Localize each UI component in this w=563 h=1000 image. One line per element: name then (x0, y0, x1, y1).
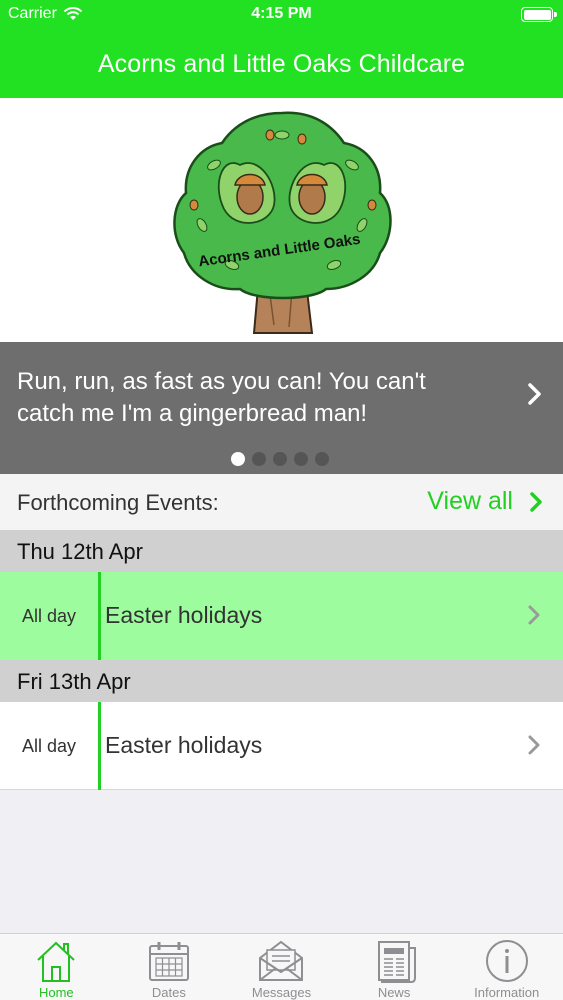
page-dot[interactable] (273, 452, 287, 466)
chevron-right-icon (530, 491, 542, 512)
newspaper-icon (378, 941, 417, 983)
school-logo: Acorns and Little Oaks (172, 111, 392, 334)
home-icon (37, 941, 75, 982)
carousel-text: Run, run, as fast as you can! You can't … (17, 368, 426, 427)
page-dot[interactable] (294, 452, 308, 466)
page-dot[interactable] (315, 452, 329, 466)
tab-messages[interactable]: Messages (225, 934, 338, 1000)
status-time: 4:15 PM (251, 5, 312, 22)
page-title: Acorns and Little Oaks Childcare (97, 49, 466, 78)
chevron-right-icon (528, 605, 540, 625)
view-all-link[interactable]: View all (427, 487, 543, 516)
calendar-icon (148, 942, 189, 981)
page-indicator[interactable] (231, 452, 329, 466)
chevron-right-icon (528, 735, 540, 755)
event-title: Easter holidays (105, 602, 263, 628)
event-row[interactable]: All day Easter holidays (0, 572, 563, 660)
tab-label: News (377, 985, 411, 1000)
date-header: Fri 13th Apr (0, 660, 563, 702)
event-time: All day (21, 605, 77, 626)
logo-area: Acorns and Little Oaks (0, 98, 563, 342)
event-time: All day (21, 735, 77, 756)
envelope-icon (259, 940, 304, 981)
chevron-right-icon[interactable] (527, 382, 543, 406)
nav-bar: Acorns and Little Oaks Childcare (0, 30, 563, 98)
tab-label: Dates (151, 985, 186, 1000)
view-all-label: View all (427, 487, 513, 515)
event-title: Easter holidays (105, 732, 263, 758)
event-row[interactable]: All day Easter holidays (0, 702, 563, 790)
tab-information[interactable]: Information (450, 934, 563, 1000)
tab-label: Messages (251, 985, 312, 1000)
tab-label: Information (474, 985, 540, 1000)
date-header: Thu 12th Apr (0, 530, 563, 572)
news-carousel[interactable]: Run, run, as fast as you can! You can't … (0, 342, 563, 474)
events-label: Forthcoming Events: (17, 490, 219, 515)
page-dot[interactable] (231, 452, 245, 466)
tab-bar: Home Dates Messages News Information (0, 933, 563, 1000)
event-divider (98, 702, 101, 790)
events-header: Forthcoming Events: View all (0, 474, 563, 530)
tab-label: Home (38, 985, 74, 1000)
tab-news[interactable]: News (338, 934, 451, 1000)
tab-home[interactable]: Home (0, 934, 113, 1000)
event-divider (98, 572, 101, 660)
page-dot[interactable] (252, 452, 266, 466)
status-bar: Carrier 4:15 PM (0, 0, 563, 30)
battery-icon (521, 7, 557, 22)
info-icon (485, 940, 528, 982)
date-label: Fri 13th Apr (17, 669, 131, 694)
tab-dates[interactable]: Dates (113, 934, 226, 1000)
date-label: Thu 12th Apr (17, 539, 143, 564)
